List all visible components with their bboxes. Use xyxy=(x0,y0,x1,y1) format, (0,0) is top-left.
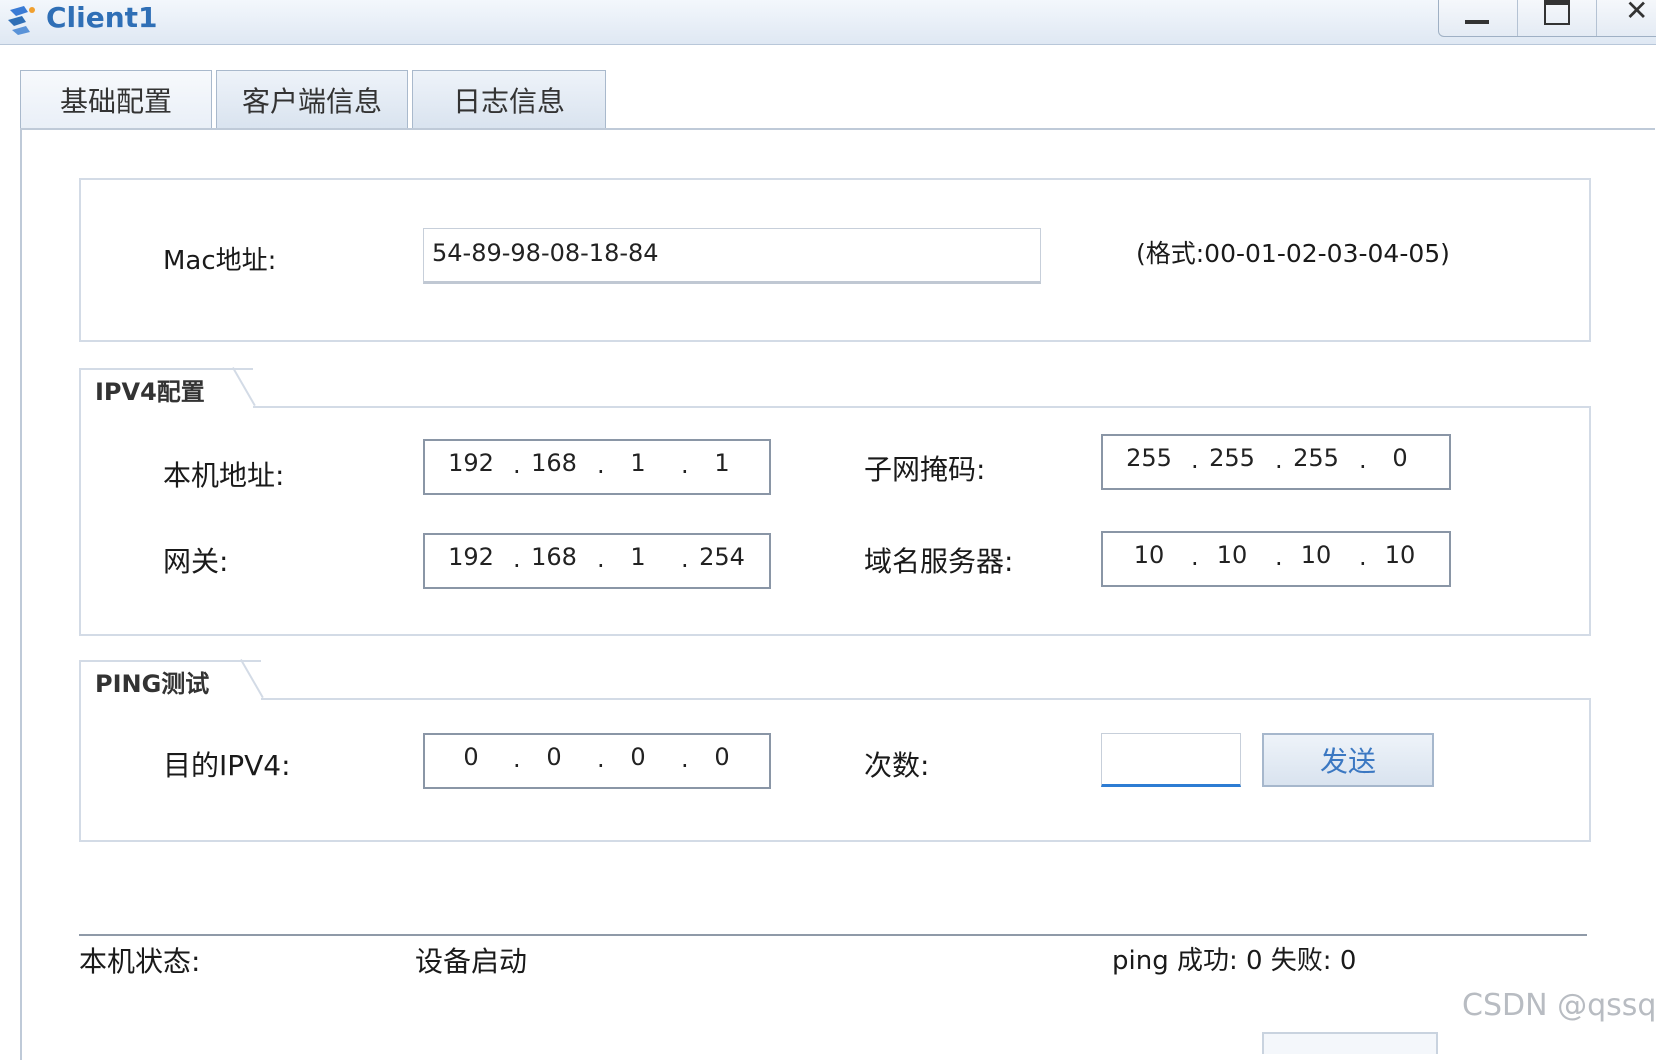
dest-ipv4-label: 目的IPV4: xyxy=(163,749,291,782)
ip-octet[interactable]: 255 xyxy=(1119,444,1179,472)
ip-dot: . xyxy=(681,451,689,479)
status-divider xyxy=(79,934,1587,936)
ip-dot: . xyxy=(681,745,689,773)
ip-octet[interactable]: 255 xyxy=(1286,444,1346,472)
dns-server-input[interactable]: 10 . 10 . 10 . 10 xyxy=(1101,531,1451,587)
title-bar: Client1 ✕ xyxy=(0,0,1656,45)
mac-label: Mac地址: xyxy=(163,246,277,276)
ip-octet[interactable]: 10 xyxy=(1370,541,1430,569)
ip-octet[interactable]: 10 xyxy=(1286,541,1346,569)
ip-dot: . xyxy=(1275,446,1283,474)
mac-address-input[interactable]: 54-89-98-08-18-84 xyxy=(423,228,1041,284)
tab-client-info[interactable]: 客户端信息 xyxy=(216,70,408,129)
close-icon: ✕ xyxy=(1625,0,1649,27)
gateway-label: 网关: xyxy=(163,545,229,578)
close-button[interactable]: ✕ xyxy=(1597,0,1656,36)
window-title: Client1 xyxy=(46,1,158,34)
minimize-button[interactable] xyxy=(1439,0,1518,36)
tab-log-info[interactable]: 日志信息 xyxy=(412,70,606,129)
ip-octet[interactable]: 1 xyxy=(608,449,668,477)
ipv4-group-title: IPV4配置 xyxy=(79,368,253,408)
mac-format-hint: (格式:00-01-02-03-04-05) xyxy=(1136,239,1450,268)
maximize-icon xyxy=(1544,0,1570,25)
subnet-label: 子网掩码: xyxy=(864,453,986,486)
ip-octet[interactable]: 1 xyxy=(608,543,668,571)
status-label: 本机状态: xyxy=(79,945,201,978)
mac-value: 54-89-98-08-18-84 xyxy=(432,239,659,267)
window-controls: ✕ xyxy=(1438,0,1656,37)
local-ip-label: 本机地址: xyxy=(163,459,285,492)
ip-octet[interactable]: 192 xyxy=(441,449,501,477)
ip-dot: . xyxy=(1191,543,1199,571)
tab-label: 日志信息 xyxy=(452,85,565,118)
watermark: CSDN @qssq xyxy=(1462,988,1656,1023)
ping-count-input[interactable] xyxy=(1101,733,1241,787)
ip-dot: . xyxy=(513,545,521,573)
ping-group-title: PING测试 xyxy=(79,660,261,700)
ping-group-title-text: PING测试 xyxy=(95,669,210,698)
ip-dot: . xyxy=(1191,446,1199,474)
ip-octet[interactable]: 0 xyxy=(692,743,752,771)
ip-octet[interactable]: 0 xyxy=(524,743,584,771)
ip-octet[interactable]: 255 xyxy=(1202,444,1262,472)
ip-octet[interactable]: 0 xyxy=(441,743,501,771)
tab-label: 基础配置 xyxy=(59,85,172,118)
ip-octet[interactable]: 254 xyxy=(692,543,752,571)
ip-octet[interactable]: 1 xyxy=(692,449,752,477)
ip-dot: . xyxy=(1359,446,1367,474)
ip-octet[interactable]: 168 xyxy=(524,449,584,477)
ip-octet[interactable]: 0 xyxy=(1370,444,1430,472)
partially-hidden-button[interactable] xyxy=(1262,1032,1438,1054)
ping-result: ping 成功: 0 失败: 0 xyxy=(1112,946,1357,976)
count-label: 次数: xyxy=(864,749,930,782)
subnet-mask-input[interactable]: 255 . 255 . 255 . 0 xyxy=(1101,434,1451,490)
gateway-input[interactable]: 192 . 168 . 1 . 254 xyxy=(423,533,771,589)
network-client-icon xyxy=(8,6,35,35)
status-value: 设备启动 xyxy=(415,945,528,978)
local-ip-input[interactable]: 192 . 168 . 1 . 1 xyxy=(423,439,771,495)
ipv4-group-title-text: IPV4配置 xyxy=(95,377,205,406)
ip-dot: . xyxy=(1275,543,1283,571)
ip-dot: . xyxy=(513,745,521,773)
dest-ipv4-input[interactable]: 0 . 0 . 0 . 0 xyxy=(423,733,771,789)
ip-octet[interactable]: 10 xyxy=(1202,541,1262,569)
send-button[interactable]: 发送 xyxy=(1262,733,1434,787)
ip-dot: . xyxy=(681,545,689,573)
dns-label: 域名服务器: xyxy=(864,545,1014,578)
ip-dot: . xyxy=(597,451,605,479)
ip-octet[interactable]: 10 xyxy=(1119,541,1179,569)
ip-octet[interactable]: 168 xyxy=(524,543,584,571)
maximize-button[interactable] xyxy=(1518,0,1597,36)
ip-octet[interactable]: 192 xyxy=(441,543,501,571)
ip-dot: . xyxy=(1359,543,1367,571)
ip-octet[interactable]: 0 xyxy=(608,743,668,771)
minimize-icon xyxy=(1465,20,1489,24)
tab-label: 客户端信息 xyxy=(241,85,382,118)
ip-dot: . xyxy=(513,451,521,479)
ip-dot: . xyxy=(597,745,605,773)
ip-dot: . xyxy=(597,545,605,573)
send-button-label: 发送 xyxy=(1319,745,1376,778)
tab-basic-config[interactable]: 基础配置 xyxy=(20,70,212,129)
